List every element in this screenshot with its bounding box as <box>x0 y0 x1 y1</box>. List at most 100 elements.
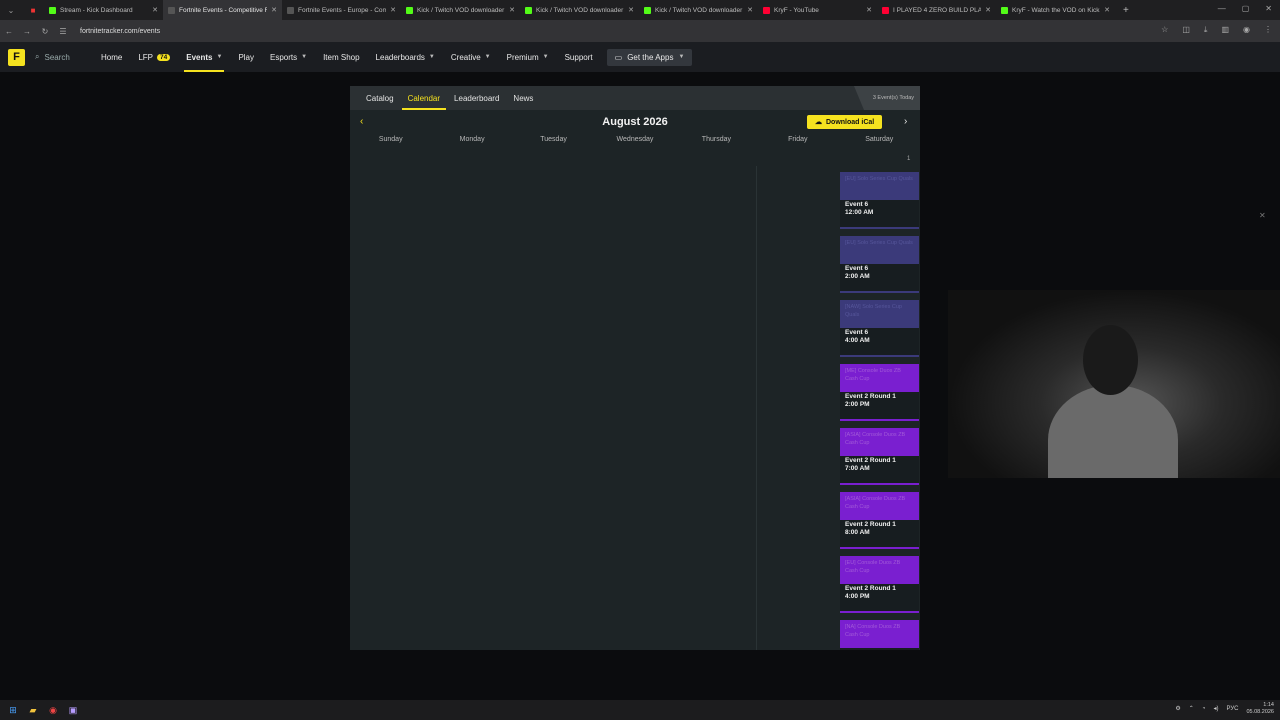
tab-close-icon[interactable]: ✕ <box>390 6 396 14</box>
calendar-event[interactable]: [EU] Solo Series Cup Quals Event 6 12:00 A… <box>840 172 919 229</box>
tab-close-icon[interactable]: ✕ <box>509 6 515 14</box>
event-accent-bar <box>840 547 919 549</box>
subnav-tab-calendar[interactable]: Calendar <box>401 86 447 110</box>
sidepanel-icon[interactable]: ▥ <box>1221 25 1229 35</box>
day-divider <box>756 166 757 650</box>
browser-tab[interactable]: Stream - Kick Dashboard ✕ <box>44 0 163 20</box>
url-field[interactable]: fortnitetracker.com/events <box>80 28 160 35</box>
chevron-down-icon: ▼ <box>428 54 435 60</box>
back-icon[interactable]: ← <box>0 27 18 36</box>
nav-item-creative[interactable]: Creative ▼ <box>451 42 491 72</box>
site-logo[interactable]: F <box>8 48 25 66</box>
browser-tab[interactable]: KryF - Watch the VOD on Kick ✕ <box>996 0 1115 20</box>
nav-item-lfp[interactable]: LFP 74 <box>138 42 171 72</box>
event-series-title: [EU] Solo Series Cup Quals <box>840 236 919 264</box>
calendar-event[interactable]: [ME] Console Duos ZB Cash Cup Event 2 Rou… <box>840 364 919 421</box>
site-info-icon[interactable]: ☰ <box>54 27 72 36</box>
tab-title: Kick / Twitch VOD downloader <box>417 6 505 14</box>
nav-item-label: Events <box>186 52 213 62</box>
nav-item-item-shop[interactable]: Item Shop <box>323 42 359 72</box>
bookmark-star-icon[interactable]: ☆ <box>1161 25 1168 35</box>
next-month-icon[interactable]: › <box>904 116 907 127</box>
chevron-down-icon: ▼ <box>216 54 223 60</box>
subnav-tab-catalog[interactable]: Catalog <box>366 86 394 110</box>
tab-title: Kick / Twitch VOD downloader <box>536 6 624 14</box>
browser-tab[interactable]: Kick / Twitch VOD downloader ✕ <box>520 0 639 20</box>
nav-item-events[interactable]: Events ▼ <box>184 42 225 72</box>
nav-item-label: Item Shop <box>323 52 360 62</box>
browser-tab[interactable]: Fortnite Events - Competitive F ✕ <box>163 0 282 20</box>
event-series-title: [ME] Console Duos ZB Cash Cup <box>840 364 919 392</box>
event-name: Event 2 Round 1 <box>845 457 896 464</box>
tab-favicon-icon <box>1001 6 1008 14</box>
browser-tab[interactable]: Fortnite Events - Europe - Com ✕ <box>282 0 401 20</box>
maximize-icon[interactable]: ▢ <box>1242 4 1250 13</box>
tray-chevron-icon[interactable]: ⌃ <box>1189 705 1194 712</box>
tab-close-icon[interactable]: ✕ <box>985 6 991 14</box>
browser-tab[interactable]: Kick / Twitch VOD downloader ✕ <box>401 0 520 20</box>
search-icon: ⌕ <box>35 52 40 61</box>
calendar-event[interactable]: [ASIA] Console Duos ZB Cash Cup Event 2 R… <box>840 492 919 549</box>
tab-close-icon[interactable]: ✕ <box>1104 6 1110 14</box>
browser-tab[interactable]: I PLAYED 4 ZERO BUILD PLAYS ✕ <box>877 0 996 20</box>
tray-network-icon[interactable]: ◔ <box>1202 706 1206 712</box>
close-window-icon[interactable]: ✕ <box>1265 4 1272 13</box>
subnav-tab-leaderboard[interactable]: Leaderboard <box>454 86 499 110</box>
calendar-event[interactable]: [EU] Solo Series Cup Quals Event 6 2:00 AM <box>840 236 919 293</box>
nav-item-home[interactable]: Home <box>101 42 122 72</box>
overlay-close-icon[interactable]: ✕ <box>1259 211 1266 220</box>
nav-item-label: LFP <box>138 52 154 62</box>
nav-items: Home LFP 74 Events ▼ Play Esports ▼ Item Shop Lea… <box>85 42 593 72</box>
new-tab-button[interactable]: + <box>1115 5 1137 16</box>
tray-volume-icon[interactable]: ◂) <box>1213 705 1218 712</box>
tab-close-icon[interactable]: ✕ <box>866 6 872 14</box>
calendar-event[interactable]: [EU] Console Duos ZB Cash Cup Event 2 Rou… <box>840 556 919 613</box>
subnav-tab-news[interactable]: News <box>513 86 533 110</box>
weekday-label: Friday <box>788 136 808 143</box>
nav-item-support[interactable]: Support <box>565 42 593 72</box>
browser-tab[interactable]: Kick / Twitch VOD downloader ✕ <box>639 0 758 20</box>
nav-item-play[interactable]: Play <box>238 42 254 72</box>
file-explorer-icon[interactable]: ▰ <box>26 703 40 717</box>
tab-close-icon[interactable]: ✕ <box>271 6 277 14</box>
get-the-apps-button[interactable]: ▭ Get the Apps ▼ <box>606 48 693 66</box>
reload-icon[interactable]: ↻ <box>36 27 54 36</box>
tab-title: Fortnite Events - Competitive F <box>179 6 268 14</box>
extensions-icon[interactable]: ◫ <box>1182 25 1190 35</box>
tray-settings-icon[interactable]: ⚙ <box>1175 705 1180 712</box>
weekday-label: Tuesday <box>540 136 567 143</box>
nav-item-esports[interactable]: Esports ▼ <box>270 42 307 72</box>
site-search[interactable]: ⌕ Search <box>35 52 85 62</box>
tab-search-icon[interactable]: ⌄ <box>0 6 22 15</box>
tab-close-icon[interactable]: ✕ <box>628 6 634 14</box>
tab-title: I PLAYED 4 ZERO BUILD PLAYS <box>893 6 982 14</box>
nav-item-leaderboards[interactable]: Leaderboards ▼ <box>376 42 435 72</box>
calendar-event[interactable]: [ASIA] Console Duos ZB Cash Cup Event 2 R… <box>840 428 919 485</box>
profile-icon[interactable]: ◉ <box>1243 25 1250 35</box>
keyboard-layout[interactable]: РУС <box>1226 706 1238 712</box>
download-icon[interactable]: ⤓ <box>1204 25 1208 35</box>
download-ical-button[interactable]: ☁ Download iCal <box>807 115 883 129</box>
nav-item-premium[interactable]: Premium ▼ <box>507 42 549 72</box>
nav-item-label: Play <box>238 52 254 62</box>
windows-start-icon[interactable]: ⊞ <box>6 703 20 717</box>
menu-icon[interactable]: ⋮ <box>1264 25 1272 35</box>
minimize-icon[interactable]: — <box>1218 4 1226 13</box>
premiere-icon[interactable]: ▣ <box>66 703 80 717</box>
chrome-icon[interactable]: ◉ <box>46 703 60 717</box>
calendar-event[interactable]: [NAW] Solo Series Cup Quals Event 6 4:00 A… <box>840 300 919 357</box>
chevron-down-icon: ▼ <box>542 54 549 60</box>
tab-close-icon[interactable]: ✕ <box>747 6 753 14</box>
event-series-title: [EU] Solo Series Cup Quals <box>840 172 919 200</box>
day-number: 1 <box>907 156 911 162</box>
event-time: 4:00 AM <box>845 337 870 345</box>
pinned-tab-icon[interactable]: ■ <box>22 6 44 15</box>
forward-icon[interactable]: → <box>18 27 36 36</box>
tab-close-icon[interactable]: ✕ <box>152 6 158 14</box>
nav-item-label: Leaderboards <box>375 52 425 62</box>
nav-item-label: Home <box>101 52 123 62</box>
tab-favicon-icon <box>287 6 294 14</box>
clock[interactable]: 1:14 05.08.2026 <box>1246 702 1274 715</box>
browser-tab[interactable]: KryF - YouTube ✕ <box>758 0 877 20</box>
calendar-event[interactable]: [NA] Console Duos ZB Cash Cup <box>840 620 919 650</box>
